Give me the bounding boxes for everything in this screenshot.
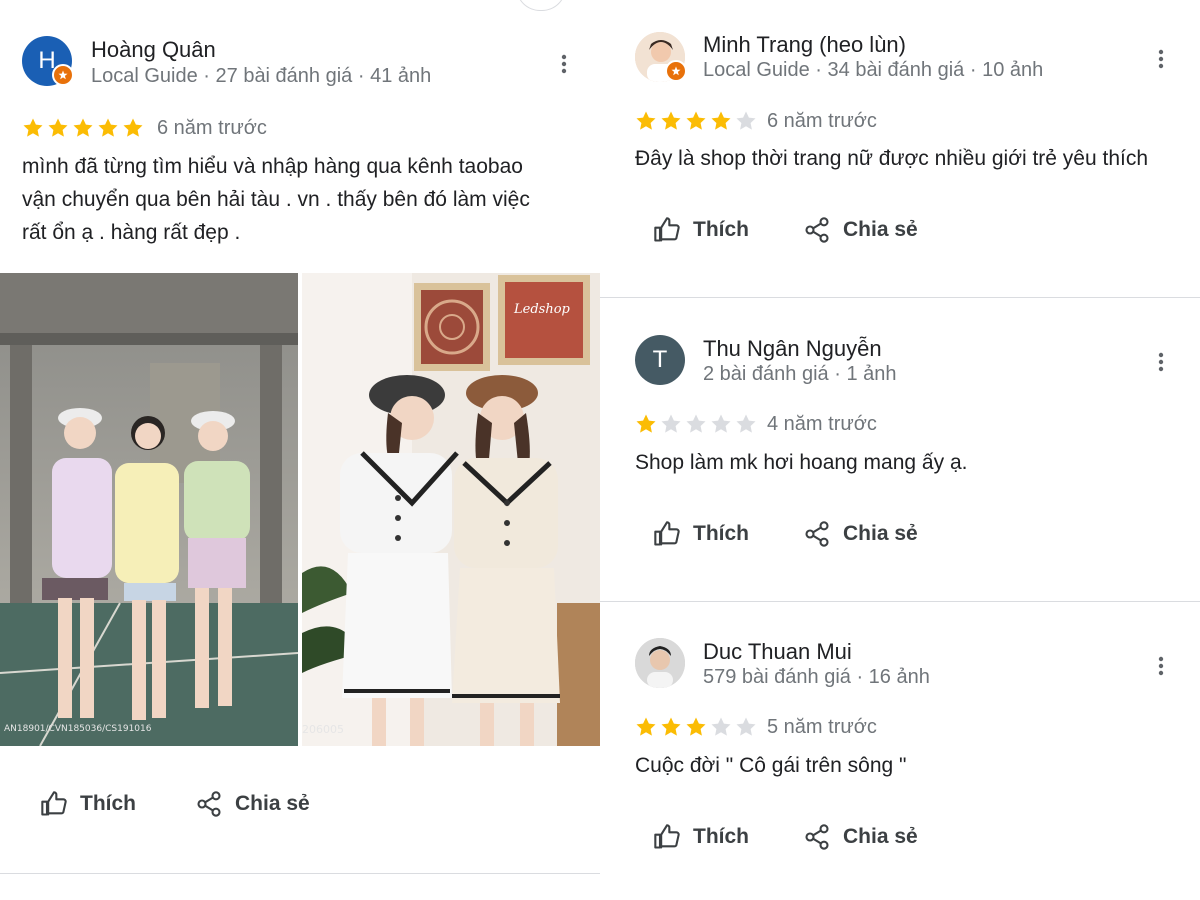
- reviewer-meta: 579 bài đánh giá · 16 ảnh: [703, 666, 930, 688]
- share-label: Chia sẻ: [235, 792, 310, 815]
- like-button[interactable]: Thích: [653, 520, 749, 548]
- star-empty-icon: [736, 717, 756, 736]
- reviewer-meta: 2 bài đánh giá · 1 ảnh: [703, 363, 897, 385]
- review-photo-2[interactable]: Ledshop 206005: [302, 273, 600, 746]
- star-filled-icon: [73, 118, 93, 137]
- local-guide-badge-icon: [665, 60, 687, 82]
- share-button[interactable]: Chia sẻ: [803, 216, 918, 244]
- star-rating: [635, 716, 757, 738]
- review-text: mình đã từng tìm hiểu và nhập hàng qua k…: [22, 150, 592, 249]
- like-label: Thích: [693, 825, 749, 848]
- star-filled-icon: [661, 717, 681, 736]
- share-icon: [805, 521, 829, 547]
- star-rating: [635, 110, 757, 132]
- star-filled-icon: [686, 111, 706, 130]
- star-filled-icon: [661, 111, 681, 130]
- divider: [600, 601, 1200, 602]
- share-icon: [197, 791, 221, 817]
- share-icon: [805, 824, 829, 850]
- review-text: Đây là shop thời trang nữ được nhiều giớ…: [635, 147, 1149, 170]
- star-filled-icon: [123, 118, 143, 137]
- reviewer-name[interactable]: Minh Trang (heo lùn): [703, 32, 906, 58]
- star-filled-icon: [636, 111, 656, 130]
- like-button[interactable]: Thích: [653, 216, 749, 244]
- share-button[interactable]: Chia sẻ: [803, 823, 918, 851]
- more-options-icon[interactable]: [1149, 47, 1173, 71]
- star-filled-icon: [636, 414, 656, 433]
- thumbs-up-icon: [654, 824, 680, 849]
- star-filled-icon: [48, 118, 68, 137]
- like-label: Thích: [693, 218, 749, 241]
- share-button[interactable]: Chia sẻ: [195, 790, 310, 818]
- share-label: Chia sẻ: [843, 218, 918, 241]
- scroll-top-button[interactable]: [516, 0, 566, 11]
- thumbs-up-icon: [654, 521, 680, 546]
- star-empty-icon: [736, 111, 756, 130]
- like-label: Thích: [80, 792, 136, 815]
- photo-watermark: Ledshop: [513, 302, 571, 317]
- review-date: 6 năm trước: [157, 117, 267, 139]
- review-photo-1[interactable]: AN18901/CVN185036/CS191016: [0, 273, 298, 746]
- review-date: 5 năm trước: [767, 716, 877, 738]
- thumbs-up-icon: [41, 791, 67, 816]
- share-icon: [805, 217, 829, 243]
- review-text: Cuộc đời " Cô gái trên sông ": [635, 754, 907, 777]
- reviewer-name[interactable]: Duc Thuan Mui: [703, 639, 852, 665]
- divider: [0, 873, 600, 874]
- more-options-icon[interactable]: [1149, 654, 1173, 678]
- star-empty-icon: [661, 414, 681, 433]
- more-options-icon[interactable]: [1149, 350, 1173, 374]
- star-filled-icon: [686, 717, 706, 736]
- more-options-icon[interactable]: [552, 52, 576, 76]
- star-empty-icon: [686, 414, 706, 433]
- divider: [600, 297, 1200, 298]
- photo-caption: 206005: [302, 723, 344, 736]
- reviewer-meta: Local Guide · 34 bài đánh giá · 10 ảnh: [703, 59, 1044, 81]
- review-text-line: vận chuyển qua bên hải tàu . vn . thấy b…: [22, 188, 530, 211]
- star-rating: [635, 413, 757, 435]
- review-date: 4 năm trước: [767, 413, 877, 435]
- review-text-line: mình đã từng tìm hiểu và nhập hàng qua k…: [22, 155, 523, 178]
- star-filled-icon: [98, 118, 118, 137]
- thumbs-up-icon: [654, 217, 680, 242]
- star-empty-icon: [736, 414, 756, 433]
- star-filled-icon: [23, 118, 43, 137]
- photo-caption: AN18901/CVN185036/CS191016: [4, 724, 152, 734]
- like-button[interactable]: Thích: [653, 823, 749, 851]
- local-guide-badge-icon: [52, 64, 74, 86]
- like-button[interactable]: Thích: [40, 790, 136, 818]
- avatar[interactable]: T: [635, 335, 685, 385]
- avatar[interactable]: [635, 638, 685, 688]
- star-filled-icon: [711, 111, 731, 130]
- star-rating: [22, 117, 144, 139]
- review-date: 6 năm trước: [767, 110, 877, 132]
- star-empty-icon: [711, 717, 731, 736]
- reviewer-name[interactable]: Hoàng Quân: [91, 37, 216, 63]
- share-button[interactable]: Chia sẻ: [803, 520, 918, 548]
- review-text-line: rất ổn ạ . hàng rất đẹp .: [22, 221, 241, 244]
- like-label: Thích: [693, 522, 749, 545]
- reviewer-name[interactable]: Thu Ngân Nguyễn: [703, 336, 882, 362]
- share-label: Chia sẻ: [843, 825, 918, 848]
- share-label: Chia sẻ: [843, 522, 918, 545]
- review-text: Shop làm mk hơi hoang mang ấy ạ.: [635, 451, 968, 474]
- star-empty-icon: [711, 414, 731, 433]
- star-filled-icon: [636, 717, 656, 736]
- reviewer-meta: Local Guide · 27 bài đánh giá · 41 ảnh: [91, 65, 432, 87]
